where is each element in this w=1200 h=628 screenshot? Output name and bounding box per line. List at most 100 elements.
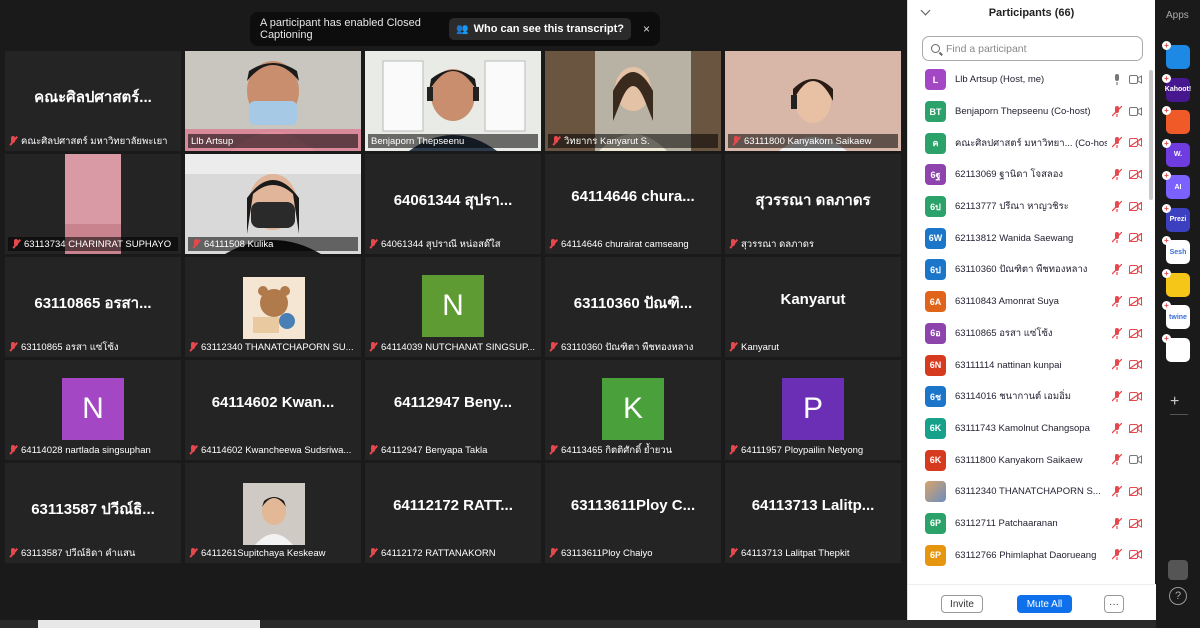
- mic-muted-icon[interactable]: [1112, 232, 1122, 244]
- app-icon[interactable]: + Sesh: [1162, 236, 1190, 264]
- app-icon[interactable]: +: [1162, 106, 1190, 134]
- camera-off-icon[interactable]: [1129, 360, 1142, 370]
- participant-row[interactable]: BT Benjaporn Thepseenu (Co-host): [908, 96, 1148, 128]
- participant-row[interactable]: 6P 63112766 Phimlaphat Daorueang: [908, 539, 1148, 571]
- video-tile[interactable]: N 64114039 NUTCHANAT SINGSUP...: [365, 257, 541, 357]
- video-tile[interactable]: 63113587 ปวีณ์ธิ... 63113587 ปวีณ์ธิดา คำ…: [5, 463, 181, 563]
- participant-row[interactable]: 6P 63112711 Patchaaranan: [908, 508, 1148, 540]
- camera-off-icon[interactable]: [1129, 296, 1142, 306]
- camera-off-icon[interactable]: [1129, 170, 1142, 180]
- participant-row[interactable]: 6อ 63110865 อรสา แซ่โซ้ง: [908, 318, 1148, 350]
- participant-row[interactable]: 6W 62113812 Wanida Saewang: [908, 222, 1148, 254]
- video-tile[interactable]: 64114646 chura... 64114646 churairat cams…: [545, 154, 721, 254]
- participant-row[interactable]: 6ช 63114016 ชนากานต์ เอมอิ่ม: [908, 381, 1148, 413]
- mic-muted-icon[interactable]: [1112, 454, 1122, 466]
- app-icon[interactable]: +: [1162, 333, 1190, 362]
- chevron-down-icon[interactable]: [920, 5, 931, 16]
- avatar: 6อ: [925, 322, 946, 344]
- camera-off-icon[interactable]: [1129, 518, 1142, 528]
- participant-row[interactable]: 6K 63111800 Kanyakorn Saikaew: [908, 444, 1148, 476]
- mic-muted-icon[interactable]: [1112, 517, 1122, 529]
- video-tile[interactable]: 63110865 อรสา... 63110865 อรสา แซ่โซ้ง: [5, 257, 181, 357]
- video-tile[interactable]: 64114602 Kwan... 64114602 Kwancheewa Suds…: [185, 360, 361, 460]
- camera-off-icon[interactable]: [1129, 423, 1142, 433]
- transcript-visibility-button[interactable]: 👥 Who can see this transcript?: [449, 18, 631, 40]
- video-tile[interactable]: วิทยากร Kanyarut S.: [545, 51, 721, 151]
- camera-off-icon[interactable]: [1129, 265, 1142, 275]
- camera-off-icon[interactable]: [1129, 201, 1142, 211]
- app-icon[interactable]: + Kahoot!: [1162, 73, 1191, 102]
- participant-row[interactable]: 6ฐ 62113069 ฐานิดา โจสลอง: [908, 159, 1148, 191]
- participant-row[interactable]: 63112340 THANATCHAPORN S...: [908, 476, 1148, 508]
- camera-off-icon[interactable]: [1129, 138, 1142, 148]
- participant-row[interactable]: 6ป 63110360 ปัณฑิตา พืชทองหลาง: [908, 254, 1148, 286]
- video-tile[interactable]: คณะศิลปศาสตร์... คณะศิลปศาสตร์ มหาวิทยาลั…: [5, 51, 181, 151]
- video-tile[interactable]: สุวรรณา ดลภาดร สุวรรณา ดลภาดร: [725, 154, 901, 254]
- participant-row[interactable]: ค คณะศิลปศาสตร์ มหาวิทยา... (Co-host): [908, 127, 1148, 159]
- camera-off-icon[interactable]: [1129, 328, 1142, 338]
- participant-row[interactable]: 6K 63111743 Kamolnut Changsopa: [908, 413, 1148, 445]
- video-tile[interactable]: 63113611Ploy C... 63113611Ploy Chaiyo: [545, 463, 721, 563]
- add-app-icon[interactable]: +: [1170, 393, 1179, 411]
- video-tile[interactable]: Llb Artsup: [185, 51, 361, 151]
- mic-muted-icon[interactable]: [1112, 422, 1122, 434]
- scrollbar[interactable]: [1149, 70, 1153, 200]
- video-tile[interactable]: 6411261Supitchaya Keskeaw: [185, 463, 361, 563]
- mic-muted-icon[interactable]: [1112, 200, 1122, 212]
- video-tile[interactable]: 64112947 Beny... 64112947 Benyapa Takla: [365, 360, 541, 460]
- mic-muted-icon[interactable]: [1112, 485, 1122, 497]
- app-icon[interactable]: +: [1162, 268, 1190, 297]
- mic-muted-icon[interactable]: [1112, 169, 1122, 181]
- video-tile[interactable]: 63113734 CHARINRAT SUPHAYO: [5, 154, 181, 254]
- video-tile[interactable]: 63110360 ปัณฑิ... 63110360 ปัณฑิตา พืชทอง…: [545, 257, 721, 357]
- app-icon[interactable]: + Prezi: [1162, 203, 1190, 232]
- camera-off-icon[interactable]: [1129, 233, 1142, 243]
- mic-muted-icon[interactable]: [1112, 264, 1122, 276]
- video-tile[interactable]: P 64111957 Ploypailin Netyong: [725, 360, 901, 460]
- mic-muted-icon[interactable]: [1112, 549, 1122, 561]
- video-tile[interactable]: Kanyarut Kanyarut: [725, 257, 901, 357]
- video-tile[interactable]: 64061344 สุปรา... 64061344 สุปราณี หน่อสด…: [365, 154, 541, 254]
- mic-muted-icon[interactable]: [1112, 105, 1122, 117]
- more-options-button[interactable]: ···: [1104, 595, 1124, 613]
- participant-row[interactable]: 6ป 62113777 ปรีณา หาญวชิระ: [908, 191, 1148, 223]
- video-tile[interactable]: 64111508 Kulika: [185, 154, 361, 254]
- app-icon[interactable]: + W.: [1162, 138, 1190, 167]
- search-icon: [931, 44, 940, 53]
- camera-icon[interactable]: [1129, 455, 1142, 465]
- mic-muted-icon[interactable]: [1112, 359, 1122, 371]
- video-tile[interactable]: K 64113465 กิตติศักดิ์ ย้ำยวน: [545, 360, 721, 460]
- tile-display-name: 64112947 Beny...: [393, 394, 513, 411]
- close-icon[interactable]: ×: [643, 22, 650, 36]
- camera-off-icon[interactable]: [1129, 550, 1142, 560]
- camera-off-icon[interactable]: [1129, 391, 1142, 401]
- camera-icon[interactable]: [1129, 106, 1142, 116]
- video-tile[interactable]: N 64114028 nartlada singsuphan: [5, 360, 181, 460]
- camera-icon[interactable]: [1129, 75, 1142, 84]
- video-tile[interactable]: 64112172 RATT... 64112172 RATTANAKORN: [365, 463, 541, 563]
- video-tile[interactable]: 63111800 Kanyakorn Saikaew: [725, 51, 901, 151]
- mic-muted-icon[interactable]: [1112, 295, 1122, 307]
- participant-row[interactable]: 6N 63111114 nattinan kunpai: [908, 349, 1148, 381]
- captions-icon[interactable]: [1168, 560, 1188, 580]
- mute-all-button[interactable]: Mute All: [1017, 595, 1072, 613]
- mic-icon[interactable]: [1112, 74, 1122, 85]
- search-input[interactable]: Find a participant: [922, 36, 1143, 61]
- camera-off-icon[interactable]: [1129, 486, 1142, 496]
- mic-muted-icon[interactable]: [1112, 390, 1122, 402]
- app-icon[interactable]: + AI: [1162, 171, 1190, 199]
- mic-muted-icon[interactable]: [1112, 327, 1122, 339]
- video-tile[interactable]: Benjaporn Thepseenu: [365, 51, 541, 151]
- invite-button[interactable]: Invite: [941, 595, 983, 613]
- video-tile[interactable]: 64113713 Lalitp... 64113713 Lalitpat Thep…: [725, 463, 901, 563]
- participant-row[interactable]: L Llb Artsup (Host, me): [908, 64, 1148, 96]
- tile-name: 6411261Supitchaya Keskeaw: [201, 547, 326, 559]
- taskbar-window[interactable]: [38, 620, 260, 628]
- video-tile[interactable]: 63112340 THANATCHAPORN SU...: [185, 257, 361, 357]
- mic-muted-icon[interactable]: [1112, 137, 1122, 149]
- participant-row[interactable]: 6A 63110843 Amonrat Suya: [908, 286, 1148, 318]
- app-icon[interactable]: + twine: [1162, 301, 1190, 329]
- app-icon[interactable]: +: [1162, 41, 1190, 69]
- help-icon[interactable]: ?: [1169, 587, 1187, 605]
- mic-muted-icon: [188, 548, 198, 558]
